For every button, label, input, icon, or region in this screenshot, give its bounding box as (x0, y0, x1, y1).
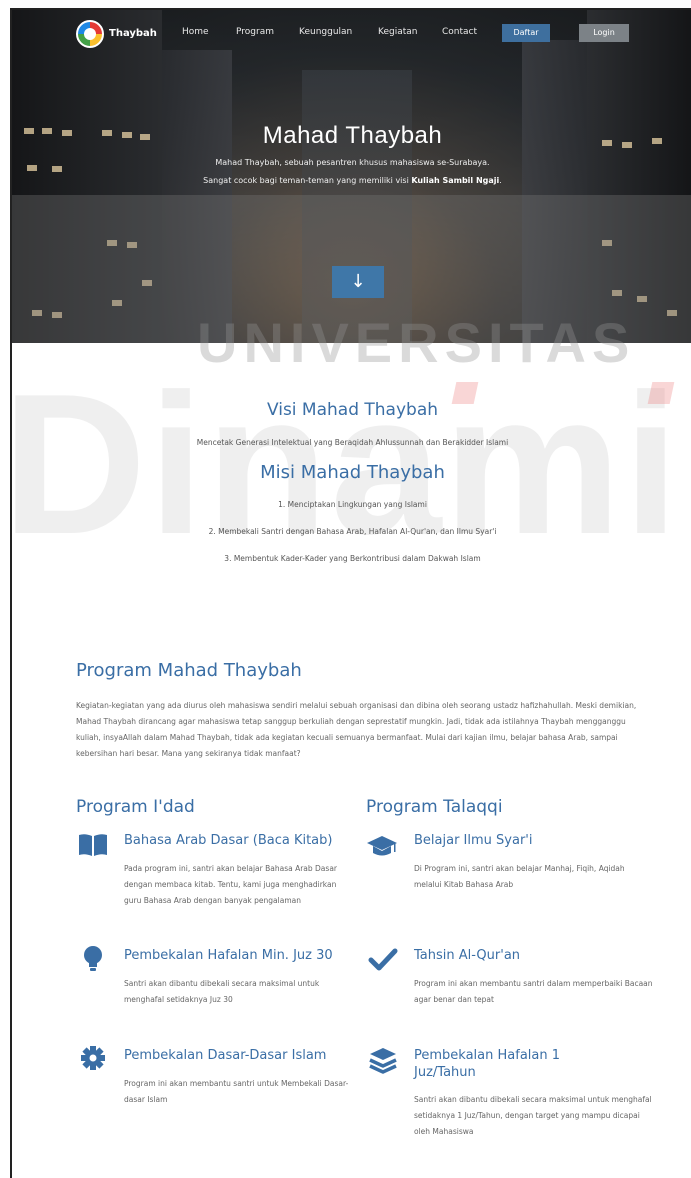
misi-item: 2. Membekali Santri dengan Bahasa Arab, … (208, 527, 497, 536)
hero-subtitle-2-highlight: Kuliah Sambil Ngaji (411, 176, 500, 185)
talaqqi-item-title-line: Juz/Tahun (414, 1065, 476, 1080)
graduation-cap-icon (367, 836, 397, 856)
navbar: Thaybah Home Program Keunggulan Kegiatan… (12, 10, 691, 55)
talaqqi-item-title: Belajar Ilmu Syar'i (414, 833, 533, 848)
nav-link-keunggulan[interactable]: Keunggulan (299, 27, 352, 37)
visi-title: Visi Mahad Thaybah (266, 400, 439, 420)
idad-item-title: Pembekalan Dasar-Dasar Islam (124, 1048, 327, 1063)
login-button[interactable]: Login (579, 24, 629, 42)
talaqqi-item-title: Pembekalan Hafalan 1 Juz/Tahun (414, 1047, 560, 1081)
logo[interactable] (76, 20, 104, 48)
talaqqi-item-title-line: Pembekalan Hafalan 1 (414, 1048, 561, 1063)
misi-item: 3. Membentuk Kader-Kader yang Berkontrib… (224, 554, 481, 563)
brand-name[interactable]: Thaybah (109, 28, 157, 39)
hero-section: Thaybah Home Program Keunggulan Kegiatan… (12, 10, 691, 343)
hero-subtitle-2-end: . (499, 176, 502, 185)
nav-link-contact[interactable]: Contact (442, 27, 477, 37)
misi-title: Misi Mahad Thaybah (260, 462, 445, 483)
hero-subtitle: Mahad Thaybah, sebuah pesantren khusus m… (215, 158, 490, 167)
talaqqi-title: Program Talaqqi (366, 797, 503, 817)
scroll-down-button[interactable]: ↓ (332, 266, 384, 298)
gear-icon (81, 1046, 105, 1070)
nav-link-home[interactable]: Home (182, 27, 209, 37)
idad-item-text: Pada program ini, santri akan belajar Ba… (124, 864, 337, 905)
program-title: Program Mahad Thaybah (76, 660, 302, 681)
idad-item-title: Pembekalan Hafalan Min. Juz 30 (124, 948, 333, 963)
program-description: Kegiatan-kegiatan yang ada diurus oleh m… (76, 701, 637, 758)
register-button[interactable]: Daftar (502, 24, 550, 42)
lightbulb-icon (84, 946, 102, 971)
talaqqi-item-text: Program ini akan membantu santri dalam m… (414, 979, 653, 1004)
hero-subtitle-2-text: Sangat cocok bagi teman-teman yang memil… (203, 176, 412, 185)
page-frame: Thaybah Home Program Keunggulan Kegiatan… (10, 8, 691, 1178)
talaqqi-item-text: Di Program ini, santri akan belajar Manh… (414, 864, 625, 889)
arrow-down-icon: ↓ (350, 271, 366, 292)
check-icon (368, 948, 398, 971)
hero-subtitle-2: Sangat cocok bagi teman-teman yang memil… (12, 176, 691, 185)
hero-title: Mahad Thaybah (262, 122, 443, 149)
idad-title: Program I'dad (76, 797, 195, 817)
nav-link-kegiatan[interactable]: Kegiatan (378, 27, 417, 37)
misi-item: 1. Menciptakan Lingkungan yang Islami (278, 500, 427, 509)
nav-link-program[interactable]: Program (236, 27, 274, 37)
idad-item-title: Bahasa Arab Dasar (Baca Kitab) (124, 833, 333, 848)
talaqqi-item-title: Tahsin Al-Qur'an (414, 948, 521, 963)
book-icon (79, 834, 107, 856)
visi-text: Mencetak Generasi Intelektual yang Beraq… (196, 438, 509, 447)
talaqqi-item-text: Santri akan dibantu dibekali secara maks… (414, 1095, 652, 1136)
idad-item-text: Program ini akan membantu santri untuk M… (124, 1079, 349, 1104)
layers-icon (369, 1048, 397, 1074)
idad-item-text: Santri akan dibantu dibekali secara maks… (124, 979, 320, 1004)
